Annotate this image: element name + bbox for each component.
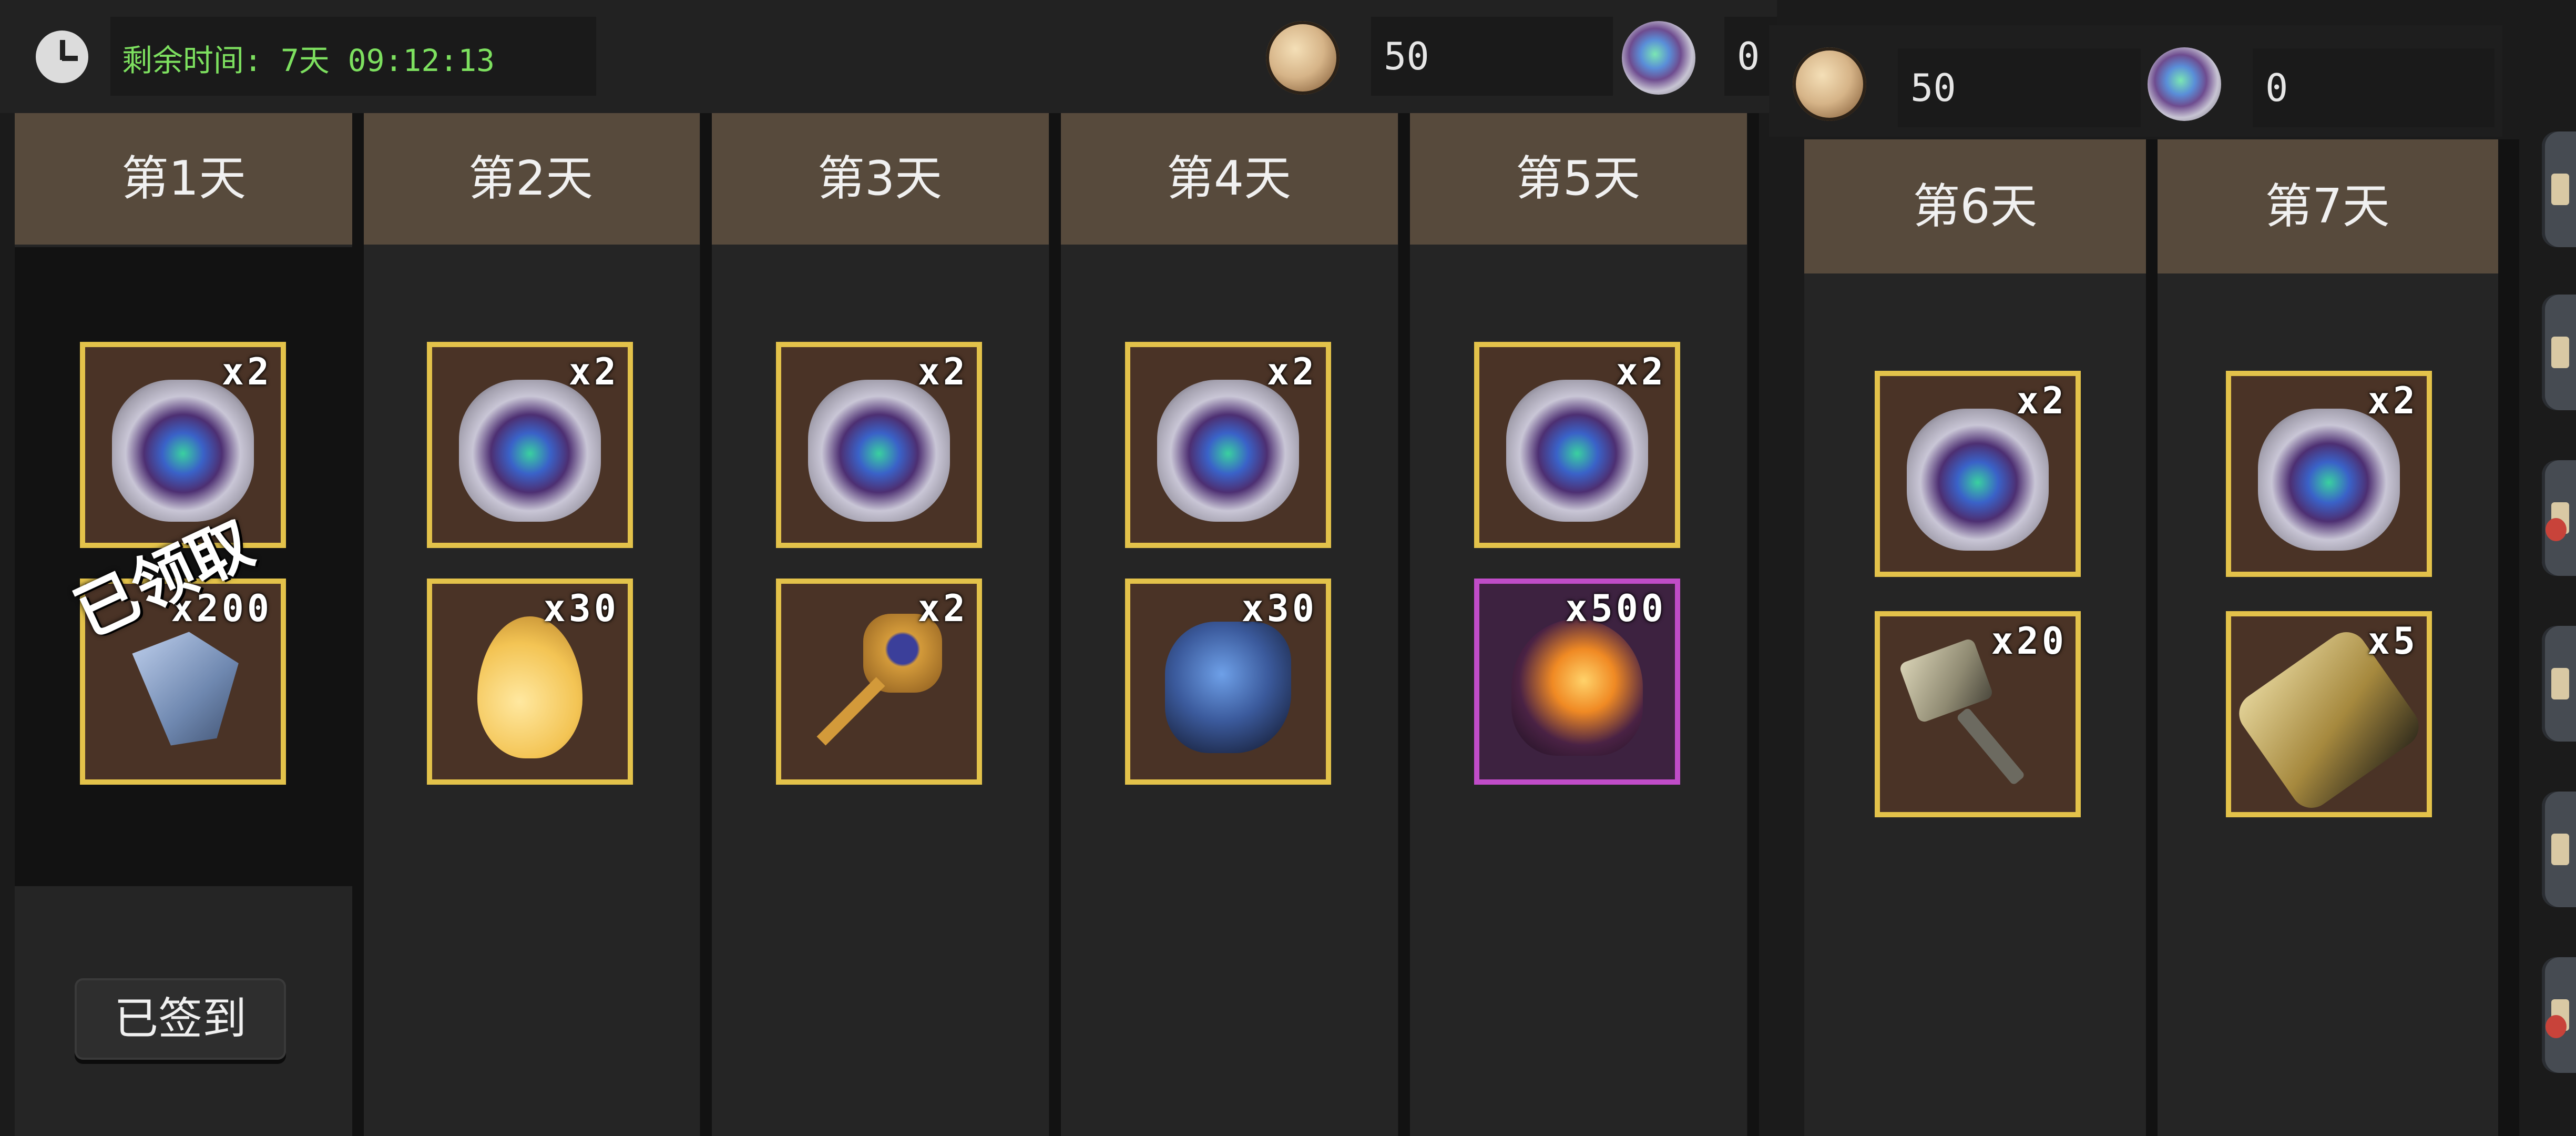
item-quantity: x500: [1565, 587, 1667, 630]
reward-slot[interactable]: x2: [1875, 371, 2081, 577]
spirit-stone-icon: [459, 380, 601, 522]
item-quantity: x2: [2016, 379, 2067, 422]
reward-slot[interactable]: x2: [1474, 342, 1680, 548]
item-quantity: x5: [2367, 620, 2418, 663]
column-divider: [1747, 113, 1759, 1136]
item-quantity: x2: [221, 350, 272, 393]
menu-icon: [2551, 174, 2569, 205]
spirit-stone-currency-icon: [2148, 47, 2221, 121]
reward-slot[interactable]: x20: [1875, 611, 2081, 817]
column-divider: [1398, 113, 1410, 1136]
day-1-header: 第1天: [15, 113, 353, 245]
spirit-stone-icon: [112, 380, 254, 522]
gold-amount-overlay: 50: [1898, 48, 2141, 127]
spirit-stone-icon: [2258, 409, 2400, 551]
side-menu-button[interactable]: [2542, 131, 2576, 247]
reward-slot[interactable]: x30: [427, 579, 633, 785]
spirit-stone-currency-icon: [1622, 21, 1695, 95]
reward-slot[interactable]: x5: [2226, 611, 2432, 817]
spirit-stone-icon: [808, 380, 950, 522]
item-quantity: x2: [1616, 350, 1667, 393]
item-quantity: x2: [917, 350, 968, 393]
signed-in-button[interactable]: 已签到: [75, 978, 286, 1060]
gold-key-icon: [811, 614, 947, 761]
item-quantity: x20: [1991, 620, 2067, 663]
reward-slot[interactable]: x2: [2226, 371, 2432, 577]
item-quantity: x2: [568, 350, 619, 393]
blue-ore-icon: [1165, 622, 1291, 754]
gold-coin-icon: [1266, 21, 1340, 95]
countdown-text: 剩余时间: 7天 09:12:13: [122, 43, 495, 78]
item-quantity: x2: [2367, 379, 2418, 422]
reward-slot[interactable]: x2: [427, 342, 633, 548]
column-divider: [2146, 139, 2158, 1136]
side-menu-button[interactable]: [2542, 626, 2576, 742]
menu-icon: [2551, 668, 2569, 699]
iron-hammer-icon: [1907, 644, 2049, 796]
notification-dot: [2546, 518, 2567, 541]
clock-icon: [36, 31, 88, 83]
reward-slot[interactable]: x2: [776, 342, 982, 548]
day-3-header: 第3天: [711, 113, 1049, 245]
side-menu-button[interactable]: [2542, 295, 2576, 410]
day-4-header: 第4天: [1060, 113, 1398, 245]
day-2-header: 第2天: [362, 113, 700, 245]
item-quantity: x2: [1266, 350, 1317, 393]
day-7-header: 第7天: [2156, 139, 2498, 273]
gold-coin-icon: [1793, 47, 1866, 121]
item-quantity: x2: [917, 587, 968, 630]
column-divider: [1049, 113, 1061, 1136]
reward-slot-epic[interactable]: x500: [1474, 579, 1680, 785]
reward-slot[interactable]: x2: [776, 579, 982, 785]
item-quantity: x30: [543, 587, 619, 630]
side-menu-button[interactable]: [2542, 792, 2576, 907]
column-divider: [352, 113, 364, 1136]
spirit-stone-icon: [1907, 409, 2049, 551]
reward-slot[interactable]: x2: [1125, 342, 1331, 548]
gold-amount: 50: [1371, 17, 1613, 96]
day-6-header: 第6天: [1804, 139, 2146, 273]
column-divider: [2498, 139, 2519, 1136]
column-divider: [700, 113, 712, 1136]
day-5-header: 第5天: [1409, 113, 1747, 245]
notification-dot: [2546, 1015, 2567, 1038]
golden-egg-icon: [477, 616, 582, 759]
crystal-shard-icon: [132, 632, 239, 746]
flame-essence-icon: [1511, 619, 1643, 756]
reward-slot[interactable]: x30: [1125, 579, 1331, 785]
menu-icon: [2551, 834, 2569, 865]
menu-icon: [2551, 337, 2569, 368]
item-quantity: x30: [1241, 587, 1317, 630]
gem-amount-overlay: 0: [2253, 48, 2495, 127]
spirit-stone-icon: [1157, 380, 1299, 522]
spirit-stone-icon: [1506, 380, 1648, 522]
